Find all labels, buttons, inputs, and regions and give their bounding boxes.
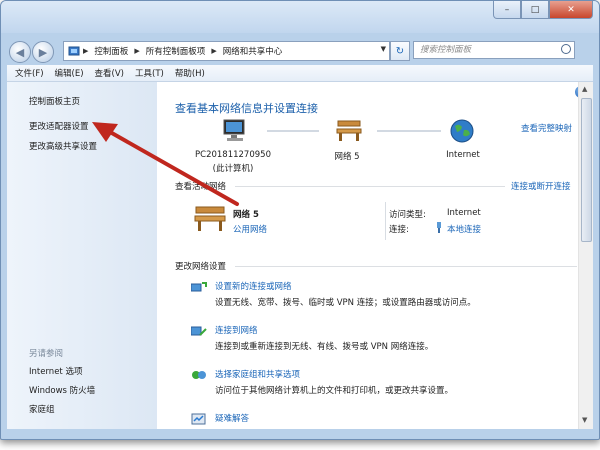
annotation-arrow-icon [92,122,239,206]
